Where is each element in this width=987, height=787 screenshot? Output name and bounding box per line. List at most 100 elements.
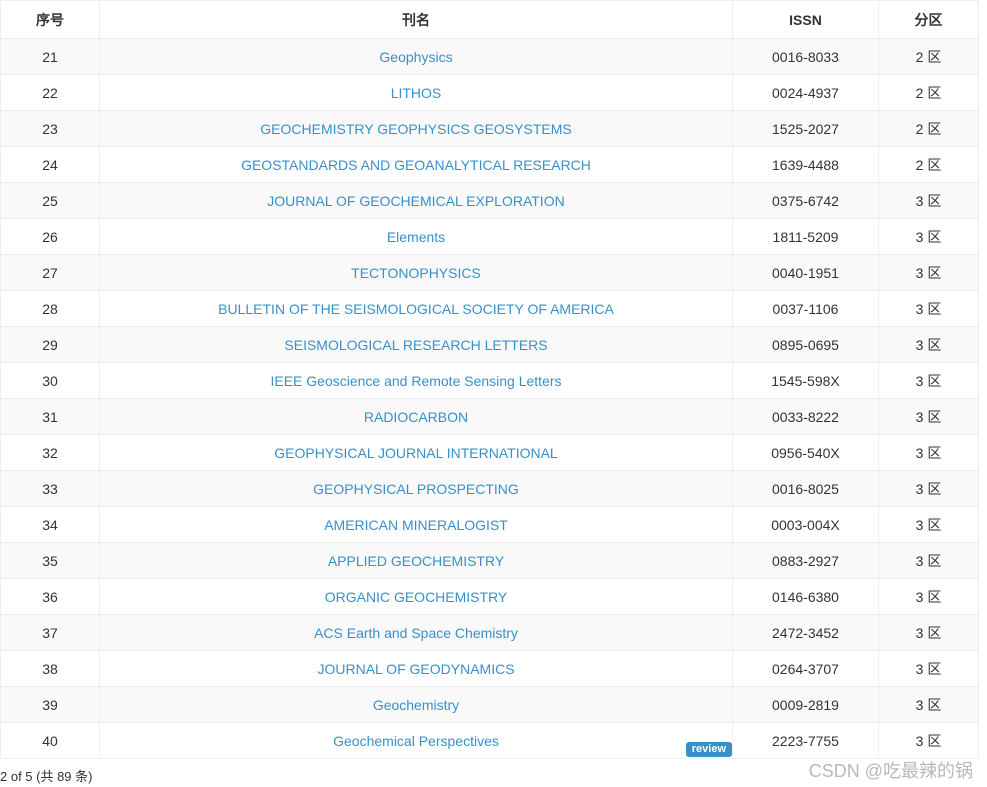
row-number: 40 — [0, 722, 100, 759]
issn-cell: 0016-8025 — [732, 470, 879, 507]
issn-cell: 0003-004X — [732, 506, 879, 543]
header-row: 序号 刊名 ISSN 分区 — [0, 0, 979, 39]
journal-link[interactable]: GEOCHEMISTRY GEOPHYSICS GEOSYSTEMS — [260, 121, 571, 137]
journal-table-container: 序号 刊名 ISSN 分区 21 Geophysics 0016-8033 2 区 22… — [0, 0, 979, 759]
zone-cell: 3 区 — [878, 722, 979, 759]
journal-link[interactable]: GEOSTANDARDS AND GEOANALYTICAL RESEARCH — [241, 157, 591, 173]
issn-cell: 0375-6742 — [732, 182, 879, 219]
journal-name-cell: GEOSTANDARDS AND GEOANALYTICAL RESEARCH — [99, 146, 733, 183]
table-row: 26 Elements 1811-5209 3 区 — [0, 218, 979, 255]
zone-cell: 2 区 — [878, 110, 979, 147]
journal-link[interactable]: JOURNAL OF GEODYNAMICS — [317, 661, 514, 677]
journal-link[interactable]: Geophysics — [379, 49, 452, 65]
zone-cell: 2 区 — [878, 38, 979, 75]
journal-name-cell: TECTONOPHYSICS — [99, 254, 733, 291]
zone-cell: 3 区 — [878, 542, 979, 579]
zone-cell: 3 区 — [878, 578, 979, 615]
journal-link[interactable]: AMERICAN MINERALOGIST — [324, 517, 508, 533]
row-number: 29 — [0, 326, 100, 363]
journal-link[interactable]: RADIOCARBON — [364, 409, 468, 425]
journal-name-cell: IEEE Geoscience and Remote Sensing Lette… — [99, 362, 733, 399]
row-number: 35 — [0, 542, 100, 579]
table-body: 21 Geophysics 0016-8033 2 区 22 LITHOS 0024-493… — [0, 38, 979, 759]
journal-name-cell: GEOPHYSICAL JOURNAL INTERNATIONAL — [99, 434, 733, 471]
journal-link[interactable]: ACS Earth and Space Chemistry — [314, 625, 518, 641]
row-number: 39 — [0, 686, 100, 723]
journal-link[interactable]: Elements — [387, 229, 445, 245]
issn-cell: 1639-4488 — [732, 146, 879, 183]
journal-link[interactable]: LITHOS — [391, 85, 442, 101]
journal-name-cell: JOURNAL OF GEOCHEMICAL EXPLORATION — [99, 182, 733, 219]
row-number: 28 — [0, 290, 100, 327]
table-row: 29 SEISMOLOGICAL RESEARCH LETTERS 0895-069… — [0, 326, 979, 363]
table-row: 37 ACS Earth and Space Chemistry 2472-3452… — [0, 614, 979, 651]
zone-cell: 3 区 — [878, 290, 979, 327]
journal-name-cell: AMERICAN MINERALOGIST — [99, 506, 733, 543]
row-number: 37 — [0, 614, 100, 651]
journal-name-cell: RADIOCARBON — [99, 398, 733, 435]
header-no: 序号 — [0, 0, 100, 39]
zone-cell: 2 区 — [878, 146, 979, 183]
row-number: 25 — [0, 182, 100, 219]
table-header: 序号 刊名 ISSN 分区 — [0, 0, 979, 39]
zone-cell: 3 区 — [878, 650, 979, 687]
journal-name-cell: GEOPHYSICAL PROSPECTING — [99, 470, 733, 507]
issn-cell: 0024-4937 — [732, 74, 879, 111]
journal-name-cell: JOURNAL OF GEODYNAMICS — [99, 650, 733, 687]
journal-link[interactable]: GEOPHYSICAL JOURNAL INTERNATIONAL — [274, 445, 557, 461]
table-row: 33 GEOPHYSICAL PROSPECTING 0016-8025 3 区 — [0, 470, 979, 507]
journal-link[interactable]: ORGANIC GEOCHEMISTRY — [325, 589, 508, 605]
journal-link[interactable]: BULLETIN OF THE SEISMOLOGICAL SOCIETY OF… — [218, 301, 614, 317]
row-number: 31 — [0, 398, 100, 435]
journal-name-cell: GEOCHEMISTRY GEOPHYSICS GEOSYSTEMS — [99, 110, 733, 147]
review-badge[interactable]: review — [685, 742, 732, 757]
row-number: 21 — [0, 38, 100, 75]
row-number: 38 — [0, 650, 100, 687]
journal-link[interactable]: Geochemical Perspectives — [333, 733, 499, 749]
journal-link[interactable]: GEOPHYSICAL PROSPECTING — [313, 481, 519, 497]
table-row: 35 APPLIED GEOCHEMISTRY 0883-2927 3 区 — [0, 542, 979, 579]
zone-cell: 3 区 — [878, 362, 979, 399]
table-row: 27 TECTONOPHYSICS 0040-1951 3 区 — [0, 254, 979, 291]
table-row: 40 Geochemical Perspectives review 2223-775… — [0, 722, 979, 759]
issn-cell: 0883-2927 — [732, 542, 879, 579]
issn-cell: 0037-1106 — [732, 290, 879, 327]
zone-cell: 3 区 — [878, 470, 979, 507]
zone-cell: 3 区 — [878, 614, 979, 651]
journal-name-cell: Geophysics — [99, 38, 733, 75]
zone-cell: 2 区 — [878, 74, 979, 111]
zone-cell: 3 区 — [878, 182, 979, 219]
issn-cell: 0264-3707 — [732, 650, 879, 687]
zone-cell: 3 区 — [878, 686, 979, 723]
row-number: 24 — [0, 146, 100, 183]
journal-link[interactable]: JOURNAL OF GEOCHEMICAL EXPLORATION — [267, 193, 564, 209]
header-name: 刊名 — [99, 0, 733, 39]
journal-link[interactable]: IEEE Geoscience and Remote Sensing Lette… — [270, 373, 561, 389]
issn-cell: 0033-8222 — [732, 398, 879, 435]
table-row: 31 RADIOCARBON 0033-8222 3 区 — [0, 398, 979, 435]
journal-name-cell: ACS Earth and Space Chemistry — [99, 614, 733, 651]
issn-cell: 2472-3452 — [732, 614, 879, 651]
row-number: 33 — [0, 470, 100, 507]
journal-name-cell: BULLETIN OF THE SEISMOLOGICAL SOCIETY OF… — [99, 290, 733, 327]
issn-cell: 0040-1951 — [732, 254, 879, 291]
row-number: 36 — [0, 578, 100, 615]
pagination-info: 2 of 5 (共 89 条) — [0, 769, 93, 784]
journal-table: 序号 刊名 ISSN 分区 21 Geophysics 0016-8033 2 区 22… — [0, 0, 979, 759]
issn-cell: 1545-598X — [732, 362, 879, 399]
journal-name-cell: Elements — [99, 218, 733, 255]
table-row: 36 ORGANIC GEOCHEMISTRY 0146-6380 3 区 — [0, 578, 979, 615]
journal-link[interactable]: APPLIED GEOCHEMISTRY — [328, 553, 504, 569]
journal-link[interactable]: Geochemistry — [373, 697, 459, 713]
issn-cell: 2223-7755 — [732, 722, 879, 759]
issn-cell: 0895-0695 — [732, 326, 879, 363]
issn-cell: 1811-5209 — [732, 218, 879, 255]
journal-name-cell: APPLIED GEOCHEMISTRY — [99, 542, 733, 579]
journal-name-cell: LITHOS — [99, 74, 733, 111]
journal-link[interactable]: TECTONOPHYSICS — [351, 265, 481, 281]
issn-cell: 0009-2819 — [732, 686, 879, 723]
journal-link[interactable]: SEISMOLOGICAL RESEARCH LETTERS — [284, 337, 547, 353]
journal-name-cell: SEISMOLOGICAL RESEARCH LETTERS — [99, 326, 733, 363]
table-row: 38 JOURNAL OF GEODYNAMICS 0264-3707 3 区 — [0, 650, 979, 687]
table-row: 39 Geochemistry 0009-2819 3 区 — [0, 686, 979, 723]
